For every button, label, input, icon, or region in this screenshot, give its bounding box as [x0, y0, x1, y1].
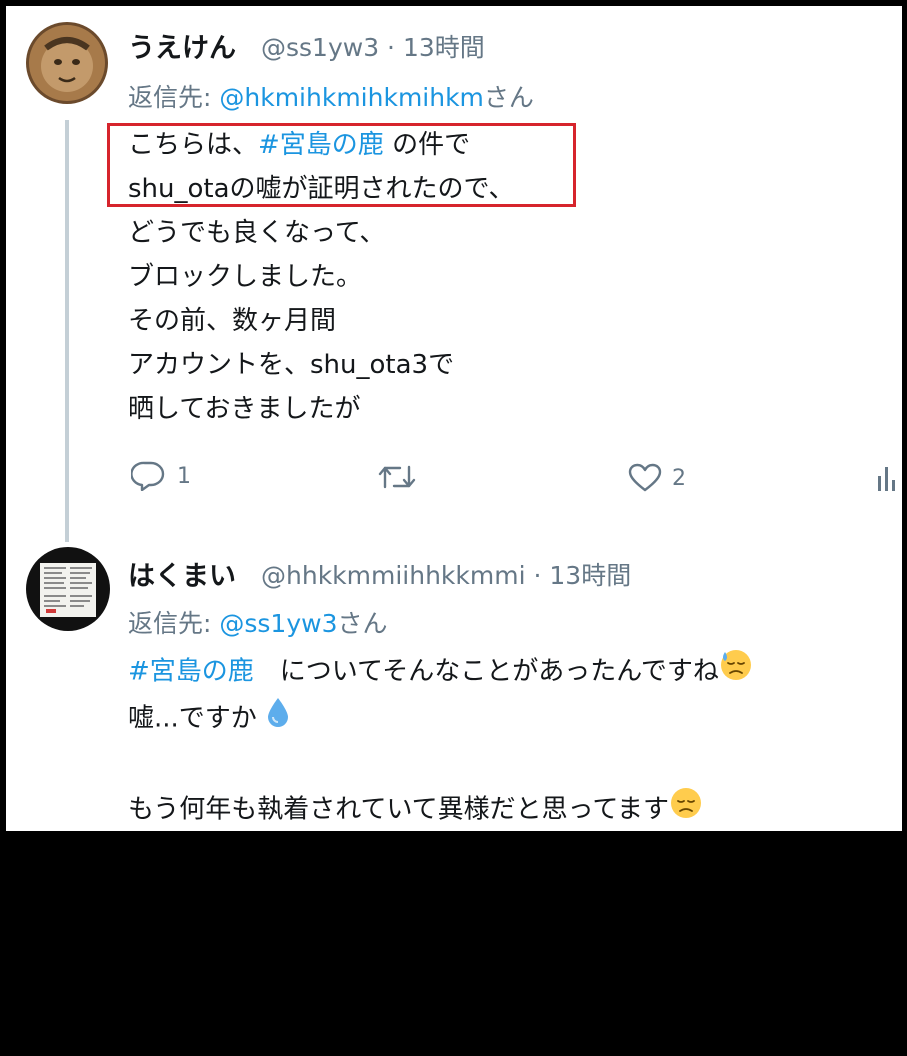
text-segment: 嘘...ですか — [128, 703, 257, 734]
text-segment: についてそんなことがあったんですね — [253, 656, 719, 687]
disappointed-face-icon — [669, 786, 703, 831]
avatar-document-image — [26, 547, 110, 631]
heart-icon — [628, 463, 662, 492]
reply-button[interactable]: 1 — [131, 461, 191, 491]
reply-to-suffix: さん — [483, 83, 534, 112]
tweet-line: その前、数ヶ月間 — [128, 306, 337, 336]
droplet-icon — [265, 696, 291, 742]
thread-connector-line — [65, 120, 69, 542]
retweet-button[interactable] — [378, 463, 416, 491]
red-highlight-annotation — [107, 123, 576, 207]
reply-to-prefix: 返信先: — [128, 609, 220, 638]
bar-chart-icon — [878, 467, 895, 491]
avatar-hakumai[interactable] — [26, 547, 110, 631]
like-button[interactable]: 2 — [628, 463, 686, 493]
analytics-button[interactable] — [877, 464, 899, 492]
like-count: 2 — [672, 465, 686, 491]
author-name[interactable]: はくまい — [128, 554, 236, 593]
reply-to-user-link[interactable]: @hkmihkmihkmihkm — [219, 83, 484, 112]
text-segment: もう何年も執着されていて異様だと思ってます — [128, 794, 670, 825]
reply-to-suffix: さん — [337, 609, 388, 638]
avatar-ueken[interactable] — [26, 22, 108, 104]
retweet-arrows-icon — [378, 465, 416, 489]
speech-bubble-icon — [131, 461, 165, 491]
tweet-thread-panel: うえけん @ss1yw3 · 13時間 返信先: @hkmihkmihkmihk… — [6, 6, 902, 831]
tweet-line: 嘘...ですか — [128, 696, 753, 742]
sad-sweat-face-icon — [719, 648, 753, 696]
tweet-body: #宮島の鹿 についてそんなことがあったんですね 嘘...ですか もう何年も執着さ — [128, 648, 753, 831]
reply-to-line: 返信先: @hkmihkmihkmihkmさん — [128, 78, 534, 114]
author-handle-time[interactable]: @ss1yw3 · 13時間 — [261, 28, 485, 64]
tweet-line: もう何年も執着されていて異様だと思ってます — [128, 786, 753, 831]
reply-count: 1 — [177, 463, 191, 489]
reply-to-user-link[interactable]: @ss1yw3 — [219, 609, 337, 638]
avatar-face-image — [26, 22, 108, 104]
tweet-line: 晒しておきましたが — [128, 394, 361, 424]
tweet-line: アカウントを、shu_ota3で — [128, 350, 455, 380]
hashtag-link[interactable]: #宮島の鹿 — [128, 657, 254, 687]
reply-to-prefix: 返信先: — [128, 83, 220, 112]
tweet-line: #宮島の鹿 についてそんなことがあったんですね — [128, 648, 753, 696]
tweet-line: ブロックしました。 — [128, 262, 363, 292]
tweet-line: どうでも良くなって、 — [128, 218, 386, 248]
author-name[interactable]: うえけん — [128, 26, 236, 65]
reply-to-line: 返信先: @ss1yw3さん — [128, 604, 388, 640]
author-handle-time[interactable]: @hhkkmmiihhkkmmi · 13時間 — [261, 556, 631, 592]
